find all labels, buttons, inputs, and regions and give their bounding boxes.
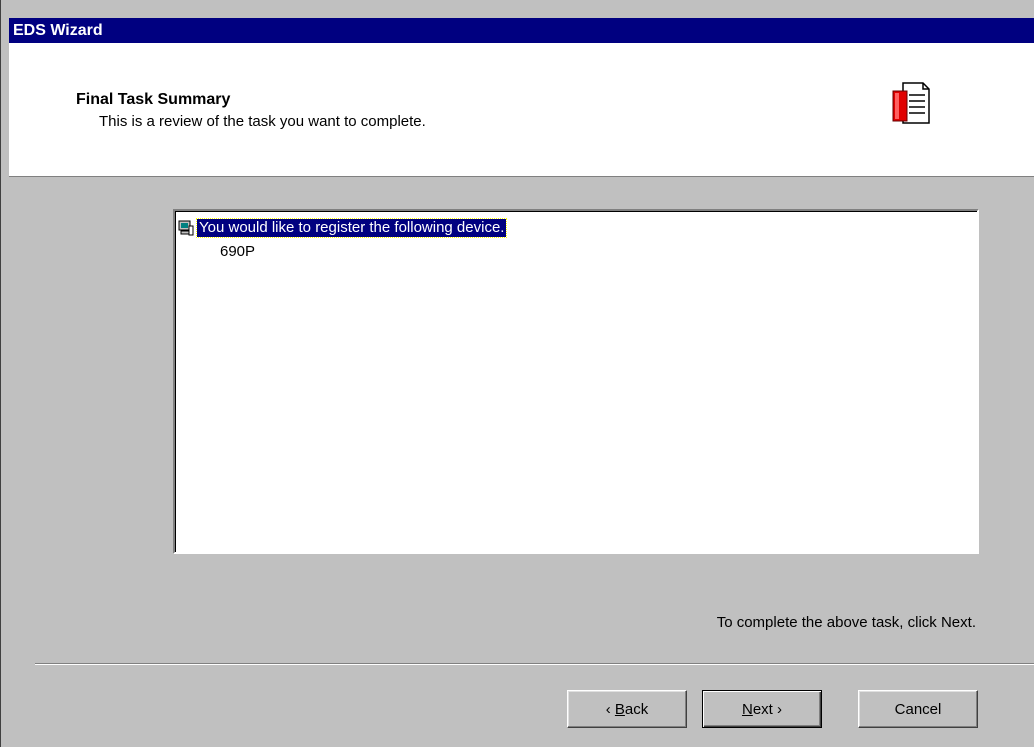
next-mnemonic: N xyxy=(741,700,753,718)
completion-hint: To complete the above task, click Next. xyxy=(716,614,976,631)
back-button[interactable]: ‹ Back xyxy=(567,690,687,728)
device-name: 690P xyxy=(220,243,256,260)
wizard-header: Final Task Summary This is a review of t… xyxy=(9,43,1034,177)
computer-icon xyxy=(178,220,194,236)
next-label: ext xyxy=(752,700,773,718)
cancel-button[interactable]: Cancel xyxy=(858,690,978,728)
back-mnemonic: B xyxy=(614,700,625,718)
back-arrow: ‹ xyxy=(605,700,611,718)
page-subtitle: This is a review of the task you want to… xyxy=(99,113,426,130)
next-arrow: › xyxy=(777,700,783,718)
button-separator xyxy=(35,663,1034,665)
summary-row-label: You would like to register the following… xyxy=(195,218,508,238)
summary-row[interactable]: You would like to register the following… xyxy=(178,218,508,238)
cancel-label: Cancel xyxy=(894,700,942,718)
window-title: EDS Wizard xyxy=(13,22,103,39)
page-title: Final Task Summary xyxy=(76,91,231,108)
next-button[interactable]: Next › xyxy=(702,690,822,728)
wizard-window: EDS Wizard Final Task Summary This is a … xyxy=(0,0,1034,747)
document-icon xyxy=(892,82,930,124)
window-titlebar: EDS Wizard xyxy=(9,18,1034,43)
summary-list[interactable]: You would like to register the following… xyxy=(173,209,979,554)
back-label: ack xyxy=(624,700,649,718)
